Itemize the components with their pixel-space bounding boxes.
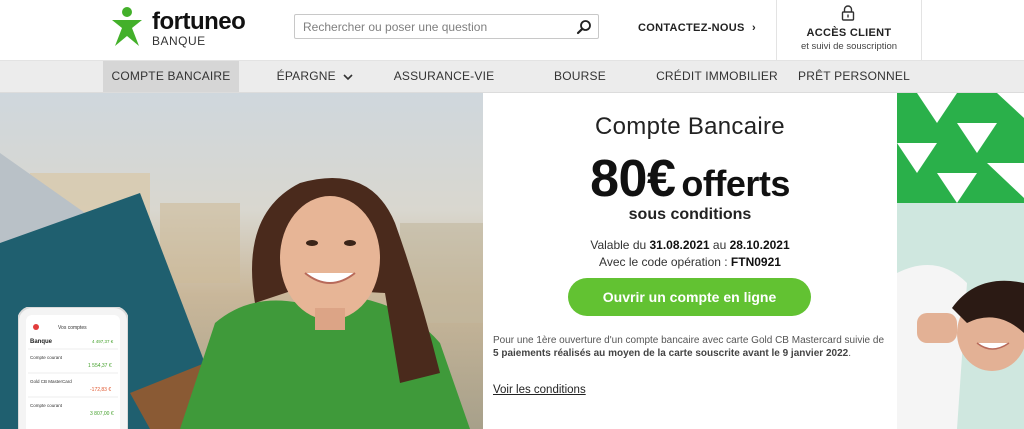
phone-row-value: 3 807,00 € — [90, 411, 114, 417]
promo-offer: offerts — [681, 163, 790, 204]
fine-print-end: . — [848, 348, 851, 359]
nav-item-label: COMPTE BANCAIRE — [111, 69, 231, 83]
promo-conditions: sous conditions — [628, 206, 752, 223]
nav-item-label: PRÊT PERSONNEL — [798, 69, 910, 83]
client-access-subtitle: et suivi de souscription — [800, 41, 898, 52]
promo-validity: Valable du 31.08.2021 au 28.10.2021 — [483, 238, 897, 252]
nav-item-epargne[interactable]: ÉPARGNE — [270, 61, 360, 92]
nav-item-label: BOURSE — [554, 69, 606, 83]
promo-amount-line: 80€ offerts — [483, 149, 897, 209]
chevron-right-icon: › — [752, 22, 756, 34]
validity-end-date: 28.10.2021 — [729, 238, 790, 252]
promo-code-prefix: Avec le code opération : — [599, 255, 731, 269]
phone-row-value: -172,83 € — [90, 387, 111, 393]
search-input[interactable] — [303, 18, 563, 36]
search-box — [294, 14, 599, 39]
brand-name: fortuneo — [152, 8, 246, 35]
promo-content: Compte Bancaire 80€ offerts sous conditio… — [483, 93, 897, 429]
nav-item-assurance-vie[interactable]: ASSURANCE-VIE — [390, 61, 498, 92]
phone-row-value: 1 554,37 € — [88, 363, 112, 369]
nav-item-pret-personnel[interactable]: PRÊT PERSONNEL — [798, 61, 910, 92]
chevron-down-icon — [343, 74, 353, 80]
fine-print-bold: 5 paiements réalisés au moyen de la cart… — [493, 348, 849, 359]
validity-prefix: Valable du — [590, 238, 650, 252]
lock-icon — [841, 5, 855, 21]
open-account-button[interactable]: Ouvrir un compte en ligne — [568, 278, 811, 316]
nav-item-credit-immobilier[interactable]: CRÉDIT IMMOBILIER — [655, 61, 779, 92]
nav-item-label: ASSURANCE-VIE — [393, 69, 495, 83]
promo-photo-couple — [897, 93, 1024, 429]
fortuneo-logo[interactable]: fortuneo BANQUE — [110, 6, 250, 50]
phone-section: Banque — [30, 339, 53, 345]
phone-title: Vos comptes — [58, 325, 87, 331]
client-access-title: ACCÈS CLIENT — [806, 27, 892, 39]
logo-star-icon — [112, 7, 142, 46]
phone-row-label: Gold CB MasterCard — [30, 379, 72, 384]
nav-item-label: ÉPARGNE — [276, 69, 336, 83]
phone-row-label: Compte courant — [30, 355, 63, 360]
site-header: fortuneo BANQUE CONTACTEZ-NOUS › ACCÈS C… — [0, 0, 1024, 61]
promo-code: FTN0921 — [730, 255, 781, 269]
nav-item-compte-bancaire[interactable]: COMPTE BANCAIRE — [103, 61, 239, 92]
promo-fine-print: Pour une 1ère ouverture d'un compte banc… — [493, 334, 889, 360]
brand-subtitle: BANQUE — [152, 34, 206, 48]
nav-item-label: CRÉDIT IMMOBILIER — [656, 69, 778, 83]
fine-print-text: Pour une 1ère ouverture d'un compte banc… — [493, 335, 885, 346]
validity-start-date: 31.08.2021 — [649, 238, 710, 252]
nav-item-bourse[interactable]: BOURSE — [548, 61, 612, 92]
validity-mid: au — [709, 238, 730, 252]
promo-code-line: Avec le code opération : FTN0921 — [483, 255, 897, 269]
promo-amount: 80€ — [590, 150, 676, 208]
promo-photo-woman: Vos comptes Banque 4 497,37 € Compte cou… — [0, 93, 483, 429]
decorative-pattern — [897, 93, 1024, 429]
contact-label: CONTACTEZ-NOUS — [638, 22, 745, 34]
contact-link[interactable]: CONTACTEZ-NOUS › — [638, 22, 756, 34]
phone-mockup: Vos comptes Banque 4 497,37 € Compte cou… — [18, 307, 128, 429]
phone-row-label: Compte courant — [30, 403, 63, 408]
main-nav: COMPTE BANCAIRE ÉPARGNE ASSURANCE-VIE BO… — [0, 61, 1024, 93]
promo-kicker: Compte Bancaire — [595, 113, 785, 140]
phone-header-value: 4 497,37 € — [92, 339, 114, 344]
terms-link[interactable]: Voir les conditions — [493, 384, 586, 396]
client-access-button[interactable]: ACCÈS CLIENT et suivi de souscription — [776, 0, 922, 61]
search-icon[interactable] — [576, 19, 592, 35]
promo-banner: Vos comptes Banque 4 497,37 € Compte cou… — [0, 93, 1024, 429]
